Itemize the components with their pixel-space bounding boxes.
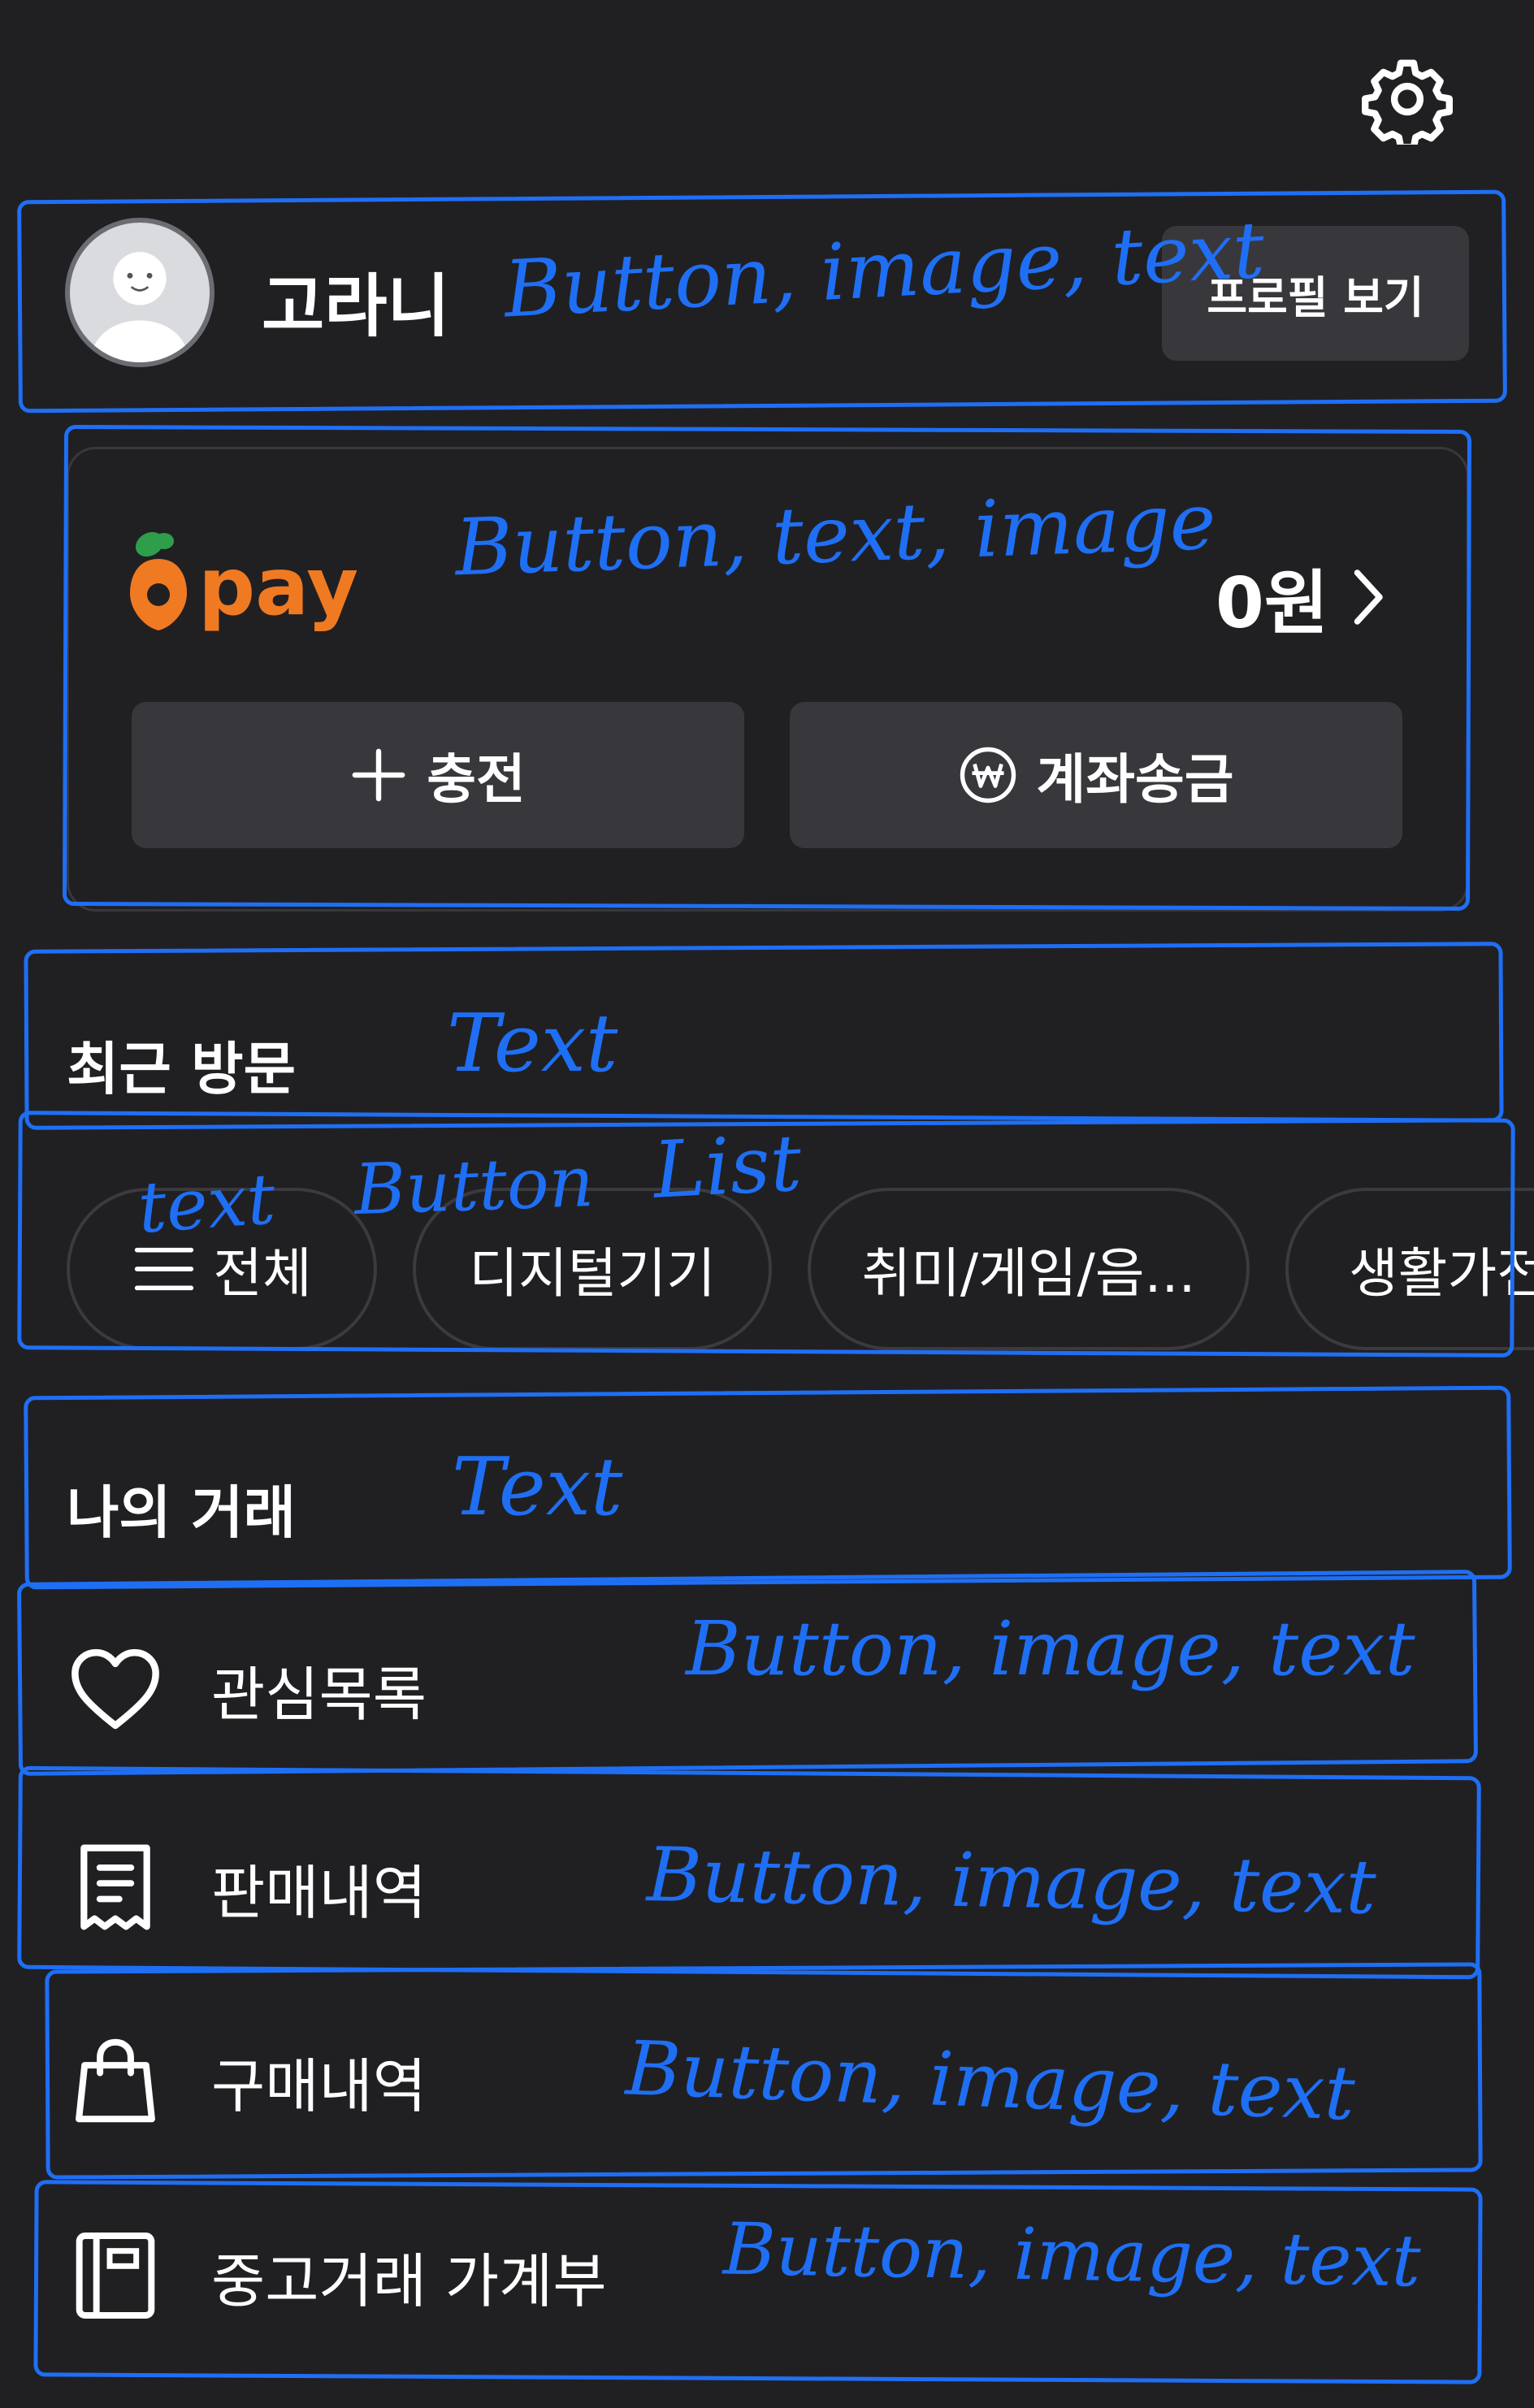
my-trades-title: 나의 거래 — [67, 1479, 296, 1546]
avatar — [65, 218, 214, 367]
chip-all[interactable]: 전체 — [67, 1188, 377, 1350]
menu-item-sales-history[interactable]: 판매내역 — [0, 1818, 1534, 1956]
annotation-trades-title: Text — [452, 1441, 623, 1534]
pay-logo: pay — [128, 526, 358, 632]
chip-hobby-game-music[interactable]: 취미/게임/음... — [808, 1188, 1250, 1350]
heart-icon — [67, 1640, 164, 1738]
transfer-label: 계좌송금 — [1036, 748, 1234, 811]
carrot-logo-icon — [130, 531, 187, 630]
pay-brand-text: pay — [198, 541, 359, 634]
username: 고라니 — [262, 266, 450, 346]
transfer-button[interactable]: 계좌송금 — [790, 702, 1402, 848]
menu-item-ledger[interactable]: 중고거래 가계부 — [0, 2207, 1534, 2345]
menu-item-watchlist[interactable]: 관심목록 — [0, 1620, 1534, 1758]
chip-label: 디지털기기 — [469, 1242, 716, 1305]
ledger-book-icon — [67, 2227, 164, 2324]
chip-label: 전체 — [213, 1242, 312, 1305]
chip-digital-devices[interactable]: 디지털기기 — [413, 1188, 772, 1350]
menu-item-purchase-history[interactable]: 구매내역 — [0, 2012, 1534, 2150]
chip-home-appliances[interactable]: 생활가전 — [1285, 1188, 1534, 1350]
menu-lines-icon — [135, 1247, 194, 1291]
gear-icon — [1362, 59, 1453, 151]
recent-visits-title: 최근 방문 — [67, 1036, 296, 1102]
charge-button[interactable]: 충전 — [132, 702, 744, 848]
chip-label: 취미/게임/음... — [861, 1242, 1196, 1305]
menu-item-label: 구매내역 — [211, 2051, 427, 2120]
plus-icon — [352, 748, 405, 802]
settings-button[interactable] — [1362, 54, 1453, 151]
chevron-right-icon — [1354, 569, 1383, 625]
pay-balance-amount: 0원 — [1216, 563, 1328, 644]
annotation-recent-title: Text — [447, 998, 618, 1090]
won-circle-icon — [960, 747, 1016, 803]
chip-label: 생활가전 — [1349, 1242, 1534, 1305]
view-profile-button[interactable]: 프로필 보기 — [1162, 226, 1469, 361]
shopping-bag-icon — [67, 2032, 164, 2129]
pay-balance[interactable]: 0원 — [1216, 546, 1392, 647]
receipt-icon — [67, 1838, 164, 1936]
menu-item-label: 중고거래 가계부 — [211, 2246, 607, 2315]
menu-item-label: 판매내역 — [211, 1858, 427, 1927]
menu-item-label: 관심목록 — [211, 1660, 427, 1729]
charge-label: 충전 — [427, 748, 526, 811]
